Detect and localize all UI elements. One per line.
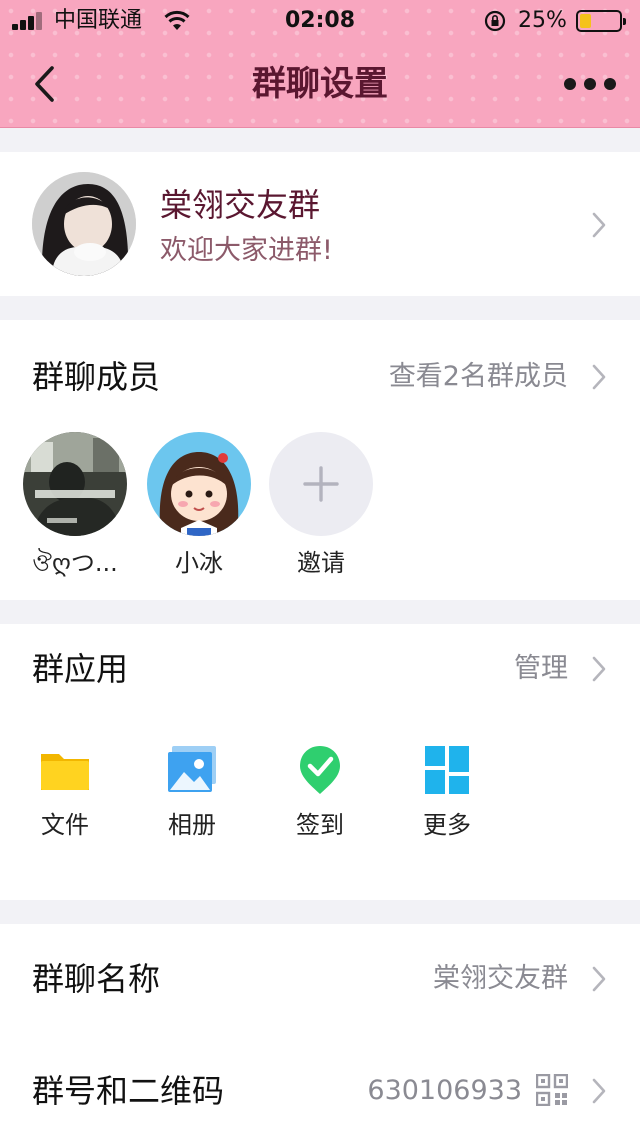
member-name: ঔღつ... (32, 549, 118, 577)
member-name: 小冰 (175, 549, 223, 577)
app-label: 文件 (41, 811, 89, 839)
dot-icon (584, 78, 596, 90)
group-profile-card[interactable]: 棠翎交友群 欢迎大家进群! (0, 152, 640, 296)
nav-bar: 群聊设置 (0, 40, 640, 128)
app-more[interactable]: 更多 (407, 744, 487, 840)
group-id-row[interactable]: 群号和二维码 630106933 (0, 1034, 640, 1136)
status-bar: 中国联通 02:08 25% (0, 0, 640, 40)
group-name-value: 棠翎交友群 (433, 963, 568, 994)
members-label: 群聊成员 (32, 358, 161, 396)
view-members-link[interactable]: 查看2名群成员 (389, 360, 568, 394)
group-name-row[interactable]: 群聊名称 棠翎交友群 (0, 924, 640, 1034)
member-avatar (147, 432, 251, 536)
group-settings-screen: 中国联通 02:08 25% 群聊设置 棠翎交友群 欢迎大家进群! 群聊成员 查… (0, 0, 640, 1136)
dot-icon (604, 78, 616, 90)
chevron-right-icon[interactable] (590, 654, 608, 684)
group-id-label: 群号和二维码 (32, 1072, 225, 1110)
more-options-button[interactable] (564, 66, 616, 102)
member-avatar (23, 432, 127, 536)
checkin-icon (300, 746, 340, 794)
group-name: 棠翎交友群 (160, 186, 321, 224)
app-checkin[interactable]: 签到 (280, 744, 360, 840)
invite-label: 邀请 (297, 549, 345, 577)
qr-code-icon (536, 1074, 568, 1106)
header: 中国联通 02:08 25% 群聊设置 (0, 0, 640, 128)
app-album[interactable]: 相册 (152, 744, 232, 840)
settings-list: 群聊名称 棠翎交友群 群号和二维码 630106933 (0, 924, 640, 1136)
group-avatar (32, 172, 136, 276)
chevron-right-icon (592, 212, 606, 238)
member-item[interactable]: ঔღつ... (22, 432, 128, 578)
group-apps-section: 群应用 管理 文件 相册 签到 更多 (0, 624, 640, 900)
member-item[interactable]: 小冰 (146, 432, 252, 578)
invite-button[interactable]: 邀请 (268, 432, 374, 578)
group-name-label: 群聊名称 (32, 960, 161, 998)
page-title: 群聊设置 (252, 64, 388, 104)
members-section: 群聊成员 查看2名群成员 ঔღつ... 小冰 邀请 (0, 320, 640, 600)
apps-label: 群应用 (32, 650, 129, 688)
folder-icon (41, 754, 89, 790)
manage-link[interactable]: 管理 (514, 652, 568, 686)
more-apps-icon (425, 746, 469, 794)
dot-icon (564, 78, 576, 90)
app-label: 相册 (168, 811, 216, 839)
battery-icon (576, 10, 626, 32)
battery-percent: 25% (518, 8, 567, 33)
app-label: 签到 (296, 811, 344, 839)
plus-icon (269, 432, 373, 536)
rotation-lock-icon (484, 10, 506, 32)
album-icon (168, 746, 216, 792)
group-id-value: 630106933 (367, 1075, 522, 1106)
app-files[interactable]: 文件 (25, 744, 105, 840)
chevron-right-icon[interactable] (590, 362, 608, 392)
app-label: 更多 (423, 811, 471, 839)
group-description: 欢迎大家进群! (160, 235, 333, 266)
chevron-right-icon (592, 1078, 606, 1104)
chevron-right-icon (592, 966, 606, 992)
